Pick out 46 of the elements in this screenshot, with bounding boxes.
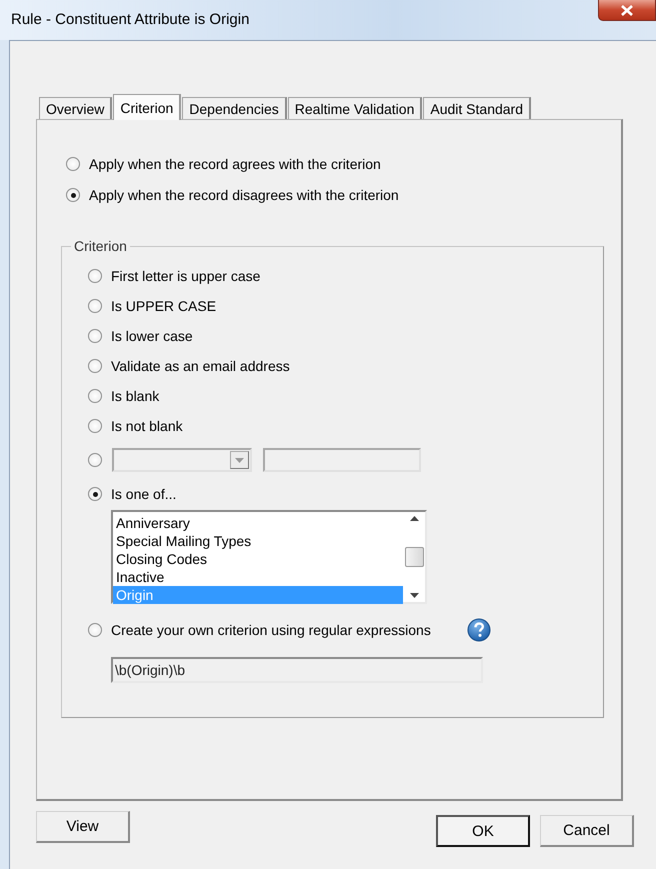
radio-button[interactable] xyxy=(88,359,102,373)
dialog-button[interactable]: Cancel xyxy=(540,815,634,847)
scroll-down-icon[interactable] xyxy=(410,593,418,598)
tab[interactable]: Overview xyxy=(39,97,112,119)
radio-label[interactable]: First letter is upper case xyxy=(111,268,260,284)
radio-label[interactable]: Apply when the record agrees with the criterion xyxy=(89,156,381,172)
window-title: Rule - Constituent Attribute is Origin xyxy=(11,11,250,28)
radio-label[interactable]: Create your own criterion using regular expressions xyxy=(111,622,431,638)
radio-label[interactable]: Apply when the record disagrees with the criterion xyxy=(89,187,399,203)
tab[interactable]: Criterion xyxy=(113,94,182,120)
radio-button[interactable] xyxy=(88,299,102,313)
dialog-button[interactable]: OK xyxy=(436,815,530,847)
list-item[interactable]: Inactive xyxy=(113,568,403,586)
text-field[interactable] xyxy=(263,448,421,472)
list-item[interactable]: Special Mailing Types xyxy=(113,532,403,550)
close-icon xyxy=(621,4,633,16)
radio-button[interactable] xyxy=(88,623,102,637)
radio-button[interactable] xyxy=(66,188,80,202)
regex-field[interactable]: \b(Origin)\b xyxy=(111,657,483,683)
help-icon[interactable] xyxy=(466,618,491,642)
tab[interactable]: Audit Standard xyxy=(423,97,531,119)
list-item[interactable]: Closing Codes xyxy=(113,550,403,568)
radio-button[interactable] xyxy=(88,487,102,501)
radio-label[interactable]: Validate as an email address xyxy=(111,358,290,374)
radio-button[interactable] xyxy=(88,389,102,403)
radio-label[interactable]: Is UPPER CASE xyxy=(111,298,216,314)
radio-button[interactable] xyxy=(66,157,80,171)
dialog-button[interactable]: View xyxy=(36,811,130,843)
group-title: Criterion xyxy=(71,238,130,254)
radio-button[interactable] xyxy=(88,419,102,433)
caret-icon xyxy=(235,458,244,462)
scroll-thumb[interactable] xyxy=(404,547,424,567)
radio-label[interactable]: Is lower case xyxy=(111,328,193,344)
scroll-up-icon[interactable] xyxy=(410,516,418,521)
list-item[interactable]: Anniversary xyxy=(113,514,403,532)
tab[interactable]: Realtime Validation xyxy=(288,97,422,119)
list-box[interactable]: Anniversary Special Mailing Types Closing Codes Inactive Origin xyxy=(111,510,427,604)
radio-button[interactable] xyxy=(88,453,102,467)
radio-button[interactable] xyxy=(88,329,102,343)
radio-label[interactable]: Is not blank xyxy=(111,418,183,434)
radio-label[interactable]: Is blank xyxy=(111,388,160,404)
dropdown[interactable] xyxy=(112,448,252,472)
close-button[interactable] xyxy=(598,0,656,21)
radio-button[interactable] xyxy=(88,269,102,283)
radio-label[interactable]: Is one of... xyxy=(111,486,176,502)
tab[interactable]: Dependencies xyxy=(182,97,287,119)
